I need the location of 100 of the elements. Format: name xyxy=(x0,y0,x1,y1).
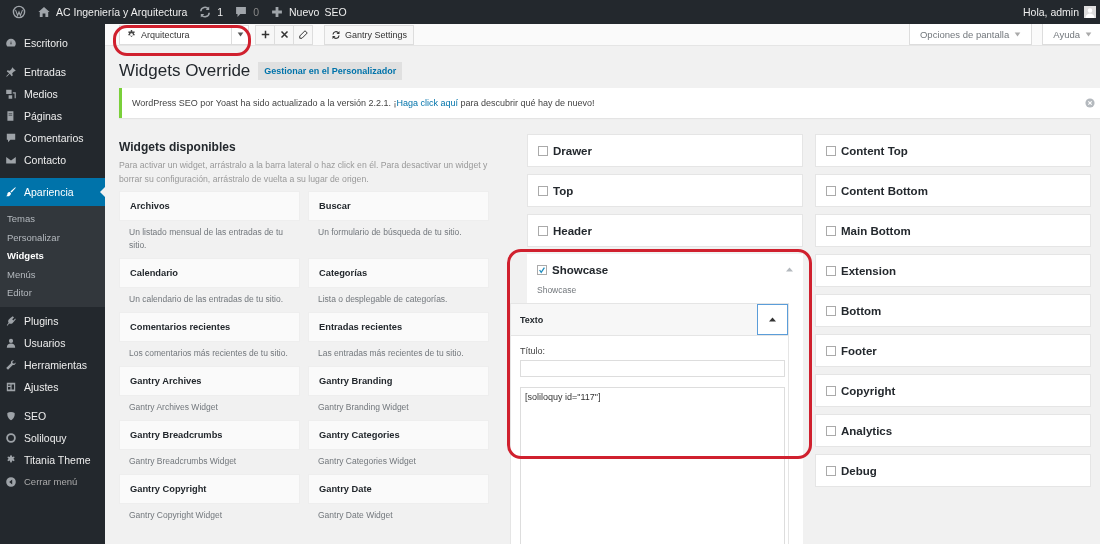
submenu-item[interactable]: Menús xyxy=(0,265,105,284)
pencil-icon xyxy=(298,30,308,39)
refresh-icon[interactable] xyxy=(198,5,213,19)
widget-card[interactable]: Gantry Breadcrumbs xyxy=(119,420,300,450)
avatar-icon[interactable] xyxy=(1084,6,1096,18)
menu-item[interactable]: Contacto xyxy=(0,149,105,171)
checkbox[interactable] xyxy=(826,305,836,316)
widget-card[interactable]: Entradas recientes xyxy=(308,312,489,342)
checkbox[interactable] xyxy=(826,385,836,396)
submenu-item[interactable]: Temas xyxy=(0,210,105,229)
sidebar-area[interactable]: Footer xyxy=(815,334,1091,367)
close-icon xyxy=(279,30,289,39)
widget-card[interactable]: Gantry Branding xyxy=(308,366,489,396)
site-name-link[interactable]: AC Ingeniería y Arquitectura xyxy=(56,6,188,18)
widget-card[interactable]: Buscar xyxy=(308,191,489,221)
menu-item[interactable]: Plugins xyxy=(0,309,105,332)
add-button[interactable] xyxy=(255,24,275,45)
checkbox[interactable] xyxy=(826,265,836,276)
menu-item[interactable]: Entradas xyxy=(0,61,105,83)
section-title: Widgets disponibles xyxy=(119,140,237,154)
menu-item[interactable]: Usuarios xyxy=(0,331,105,354)
widget-card[interactable]: Comentarios recientes xyxy=(119,312,300,342)
sidebar-area[interactable]: Extension xyxy=(815,254,1091,287)
sidebar-area[interactable]: Analytics xyxy=(815,414,1091,447)
envelope-icon xyxy=(5,154,17,166)
menu-item[interactable]: Cerrar menú xyxy=(0,470,105,493)
widget-card[interactable]: Gantry Date xyxy=(308,474,489,504)
sidebar-area[interactable]: Main Bottom xyxy=(815,214,1091,247)
sidebar-area[interactable]: Top xyxy=(527,174,803,207)
widget-card[interactable]: Calendario xyxy=(119,258,300,288)
area-name: Drawer xyxy=(553,144,592,157)
greeting-link[interactable]: Hola, admin xyxy=(1022,6,1079,18)
override-dropdown[interactable]: Arquitectura xyxy=(119,24,249,45)
submenu-item[interactable]: Widgets xyxy=(0,247,105,266)
checkbox[interactable] xyxy=(826,145,836,156)
widget-card[interactable]: Archivos xyxy=(119,191,300,221)
comment-icon[interactable] xyxy=(234,5,249,19)
comment-count[interactable]: 0 xyxy=(253,6,259,18)
checkbox[interactable] xyxy=(538,145,548,156)
sidebar-area[interactable]: Header xyxy=(527,214,803,247)
sidebar-area[interactable]: Content Bottom xyxy=(815,174,1091,207)
menu-item[interactable]: Escritorio xyxy=(0,32,105,54)
submenu-item[interactable]: Editor xyxy=(0,284,105,303)
menu-item[interactable]: Medios xyxy=(0,83,105,105)
customize-button[interactable]: Gestionar en el Personalizador xyxy=(258,62,403,80)
checkbox[interactable] xyxy=(538,225,548,236)
widget-card[interactable]: Gantry Archives xyxy=(119,366,300,396)
sidebar-area[interactable]: Copyright xyxy=(815,374,1091,407)
sidebar-area[interactable]: Debug xyxy=(815,454,1091,487)
widget-title: Texto xyxy=(520,314,544,325)
new-link[interactable]: Nuevo xyxy=(289,6,320,18)
text-area-field[interactable]: [soliloquy id="117"] xyxy=(520,387,785,544)
edit-button[interactable] xyxy=(293,24,313,45)
menu-item[interactable]: Titania Theme xyxy=(0,448,105,471)
menu-item[interactable]: SEO xyxy=(0,404,105,427)
update-count[interactable]: 1 xyxy=(217,6,224,18)
checkbox[interactable] xyxy=(537,264,547,275)
area-name: Content Bottom xyxy=(841,184,928,197)
gantry-settings-button[interactable]: Gantry Settings xyxy=(324,24,415,45)
widget-card[interactable]: Categorías xyxy=(308,258,489,288)
notice-link[interactable]: Haga click aquí xyxy=(396,98,459,108)
menu-item[interactable]: Páginas xyxy=(0,105,105,127)
title-input-field[interactable] xyxy=(520,360,785,377)
widget-card[interactable]: Gantry Copyright xyxy=(119,474,300,504)
menu-item[interactable]: Comentarios xyxy=(0,127,105,149)
menu-item[interactable]: Ajustes xyxy=(0,375,105,398)
menu-item[interactable]: Apariencia xyxy=(0,178,105,206)
checkbox[interactable] xyxy=(538,185,548,196)
menu-item[interactable]: Herramientas xyxy=(0,353,105,376)
submenu-item[interactable]: Personalizar xyxy=(0,228,105,247)
area-description: Showcase xyxy=(536,285,578,297)
collapse-button[interactable] xyxy=(757,304,788,335)
plus-icon[interactable] xyxy=(270,5,284,19)
settings-icon xyxy=(5,380,17,393)
home-icon[interactable] xyxy=(37,5,51,19)
widget-description: Lista o desplegable de categorías. xyxy=(317,293,449,306)
widget-description: Gantry Branding Widget xyxy=(317,401,410,414)
notice-text: WordPress SEO por Yoast ha sido actualizado a la versión 2.2.1. ¡Haga click aquí para descubrir qué hay de nuevo! xyxy=(132,98,596,108)
section-description: Para activar un widget, arrástralo a la barra lateral o haz click en él. Para desactivar un widget y borrar su configuración, arrástralo de vuelta a su lugar de origen. xyxy=(119,159,489,186)
widget-description: Los comentarios más recientes de tu sitio. xyxy=(128,347,289,360)
checkbox[interactable] xyxy=(826,345,836,356)
sidebar-area[interactable]: Showcase Showcase Texto Título: [soliloquy id="117"] xyxy=(510,254,803,544)
collapse-arrow-icon[interactable] xyxy=(786,267,793,272)
dismiss-icon[interactable] xyxy=(1085,98,1095,108)
help-tab[interactable]: Ayuda xyxy=(1042,24,1100,45)
widget-card[interactable]: Gantry Categories xyxy=(308,420,489,450)
wordpress-logo-icon[interactable] xyxy=(12,5,26,19)
sidebar-area[interactable]: Drawer xyxy=(527,134,803,167)
seo-link[interactable]: SEO xyxy=(324,6,347,18)
menu-item[interactable]: Soliloquy xyxy=(0,426,105,449)
delete-button[interactable] xyxy=(274,24,294,45)
checkbox[interactable] xyxy=(826,425,836,436)
sidebar-area[interactable]: Bottom xyxy=(815,294,1091,327)
checkbox[interactable] xyxy=(826,465,836,476)
gear-icon xyxy=(126,29,137,40)
widget-description: Un formulario de búsqueda de tu sitio. xyxy=(317,226,463,239)
sidebar-area[interactable]: Content Top xyxy=(815,134,1091,167)
screen-options-tab[interactable]: Opciones de pantalla xyxy=(908,24,1033,45)
checkbox[interactable] xyxy=(826,225,836,236)
checkbox[interactable] xyxy=(826,185,836,196)
